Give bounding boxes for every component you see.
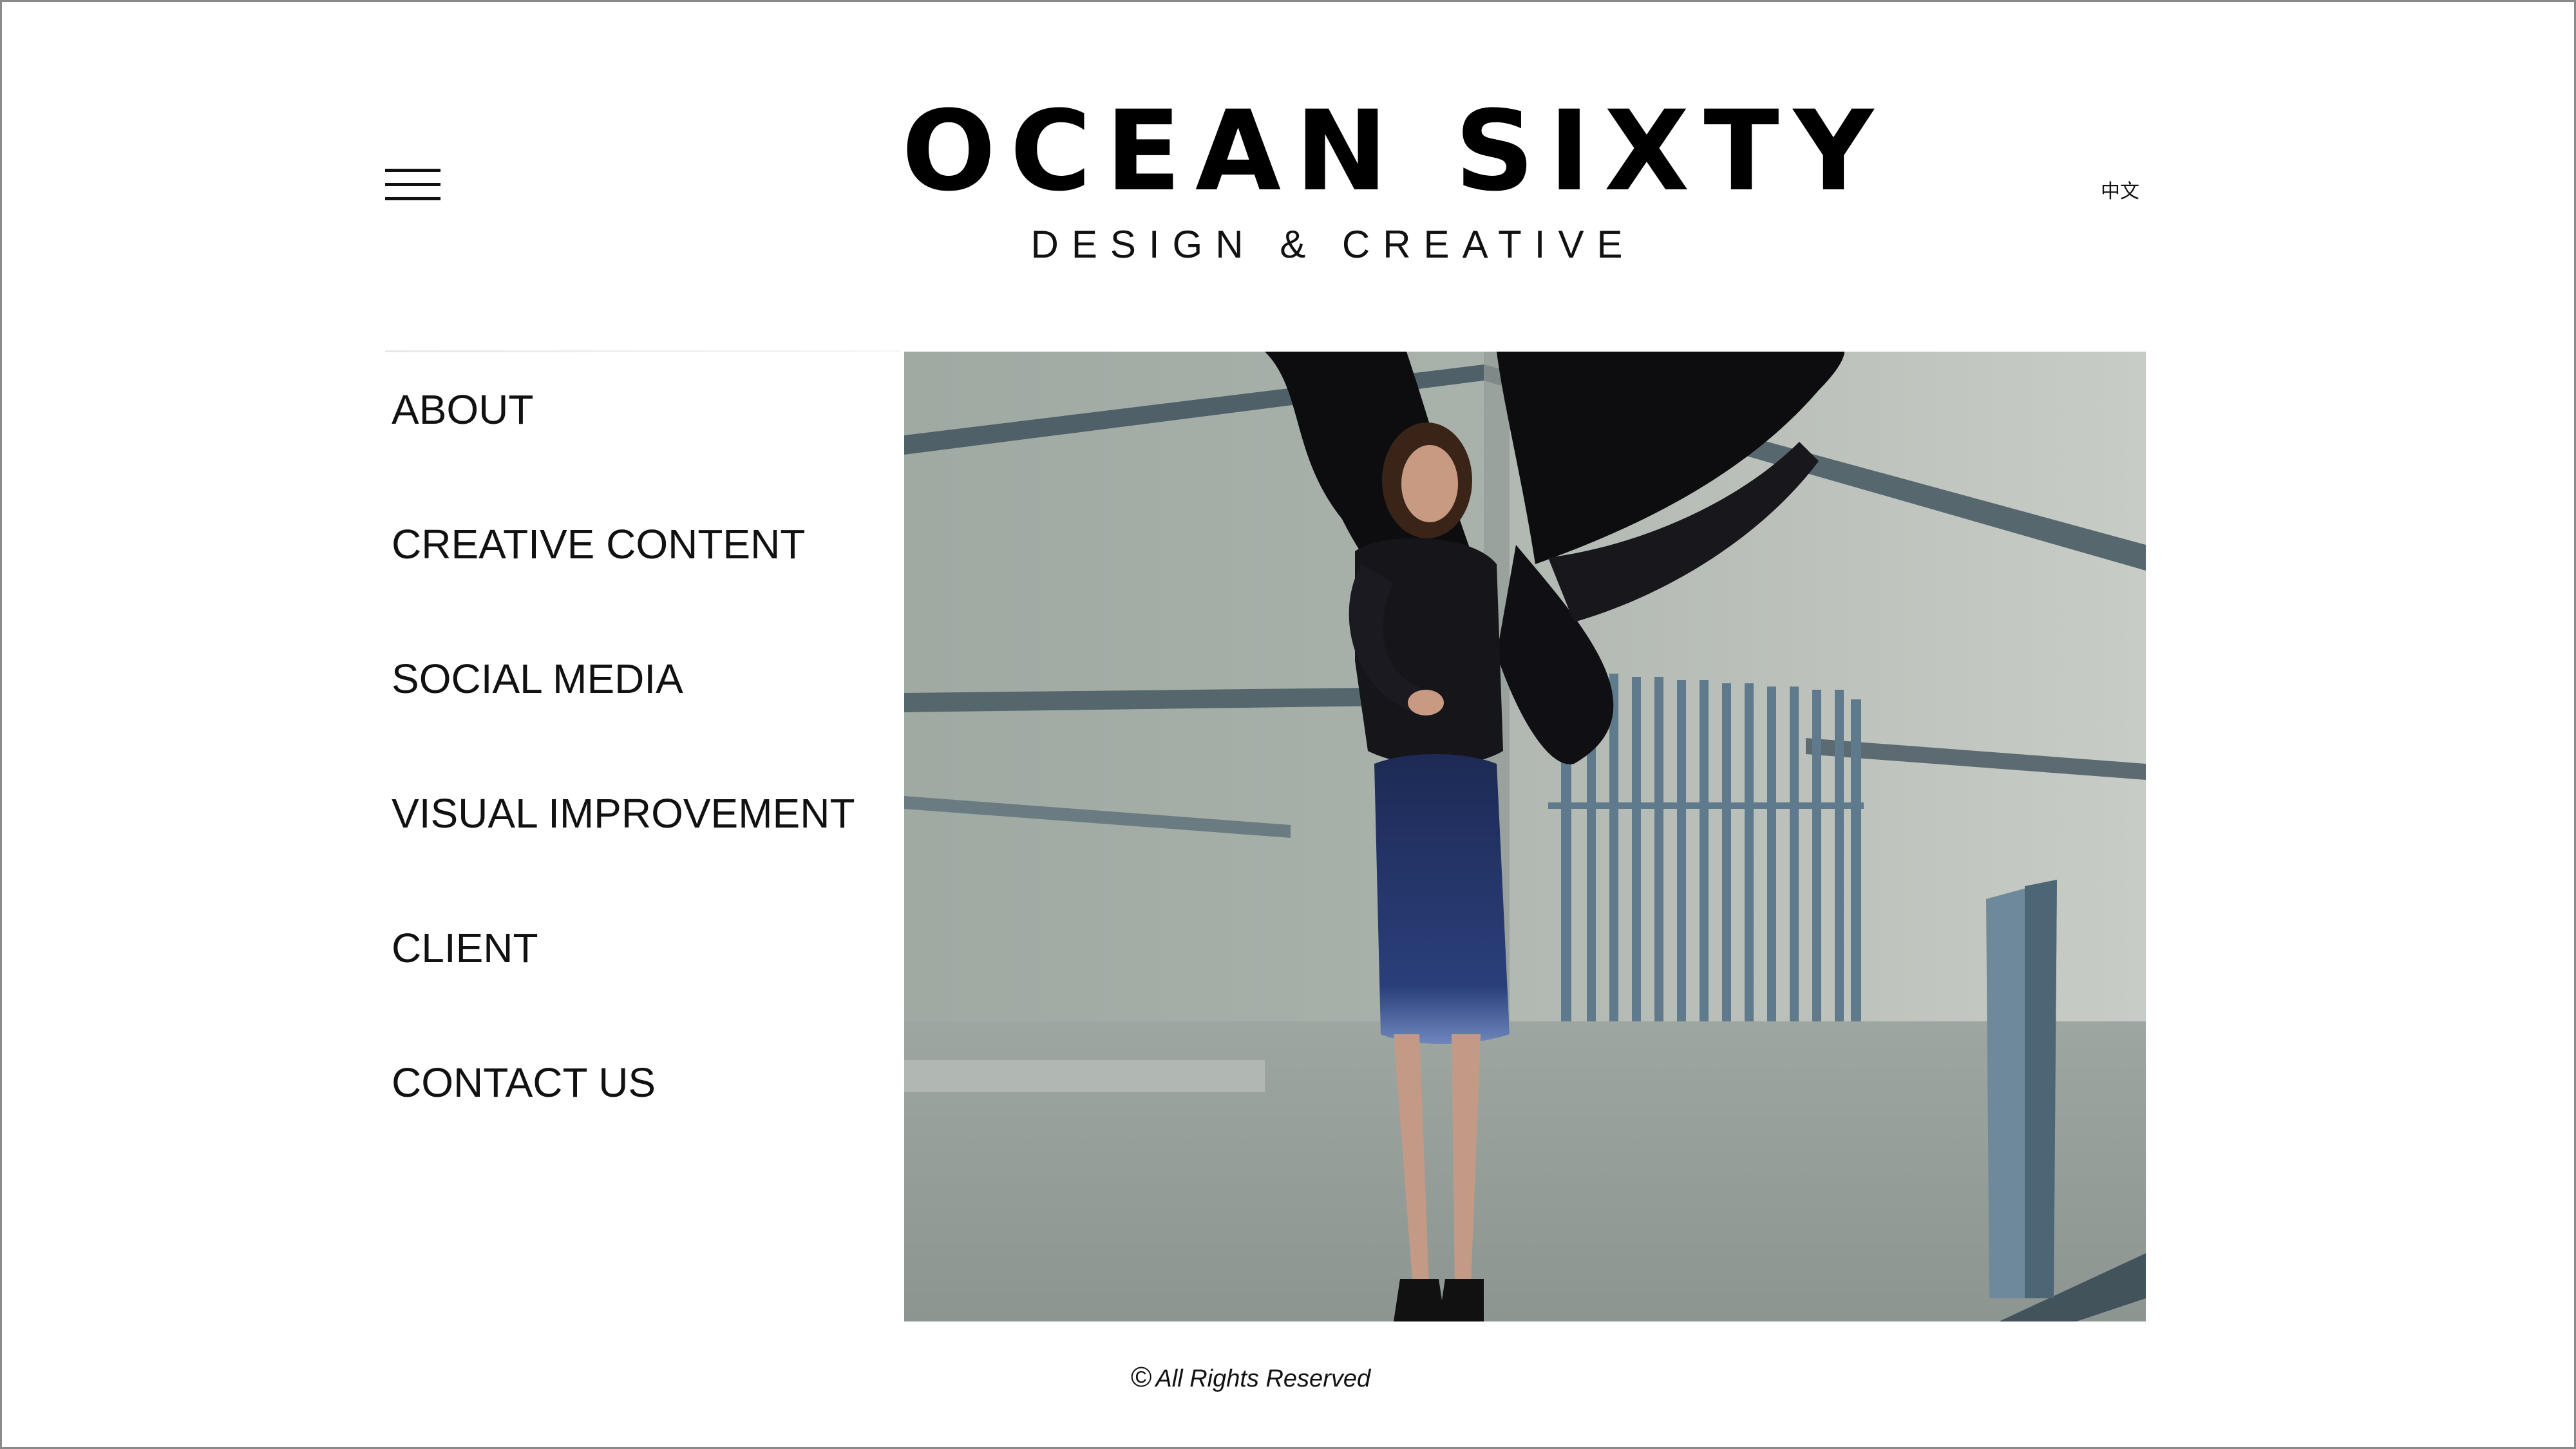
- main-nav: ABOUT CREATIVE CONTENT SOCIAL MEDIA VISU…: [392, 384, 855, 1191]
- nav-item-about[interactable]: ABOUT: [392, 384, 855, 518]
- divider: [385, 350, 900, 352]
- nav-item-client[interactable]: CLIENT: [392, 922, 855, 1057]
- nav-item-visual-improvement[interactable]: VISUAL IMPROVEMENT: [392, 788, 855, 922]
- language-switch[interactable]: 中文: [2101, 175, 2139, 204]
- nav-item-social-media[interactable]: SOCIAL MEDIA: [392, 653, 855, 788]
- hero-image: [904, 352, 2146, 1321]
- hamburger-menu-icon[interactable]: [385, 169, 440, 201]
- nav-item-creative-content[interactable]: CREATIVE CONTENT: [392, 518, 855, 653]
- copyright-icon: ©: [1131, 1361, 1152, 1393]
- brand-tagline: DESIGN & CREATIVE: [1030, 223, 1636, 266]
- hero-photo-illustration: [904, 352, 2146, 1321]
- nav-item-contact-us[interactable]: CONTACT US: [392, 1057, 855, 1191]
- brand-name: OCEAN SIXTY: [902, 86, 1888, 216]
- footer-text: All Rights Reserved: [1155, 1365, 1371, 1392]
- brand-logo[interactable]: OCEAN SIXTY DESIGN & CREATIVE: [902, 86, 1888, 270]
- footer-copyright: © All Rights Reserved: [1131, 1361, 1370, 1394]
